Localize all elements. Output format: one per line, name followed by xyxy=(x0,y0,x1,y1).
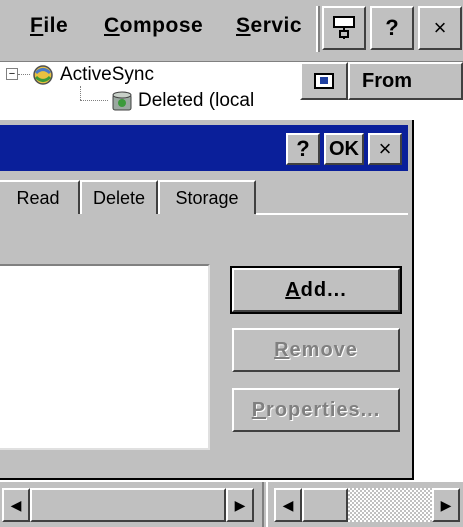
tab-storage[interactable]: Storage xyxy=(158,180,256,214)
network-icon xyxy=(333,16,355,39)
right-arrow-icon: ▶ xyxy=(440,496,452,513)
folder-tree: − ActiveSync Deleted (local xyxy=(0,62,300,122)
tree-scroll-left-button[interactable]: ◀ xyxy=(2,488,30,522)
activesync-icon xyxy=(33,65,53,85)
envelope-icon xyxy=(314,73,334,89)
network-toolbar-button[interactable] xyxy=(322,6,366,50)
pane-splitter[interactable] xyxy=(262,482,268,527)
close-app-button[interactable]: × xyxy=(418,6,462,50)
icon-column-header[interactable] xyxy=(300,62,348,100)
close-icon: × xyxy=(433,15,447,40)
right-arrow-icon: ▶ xyxy=(234,496,246,513)
tree-scroll-thumb[interactable] xyxy=(30,488,226,522)
tree-scroll-right-button[interactable]: ▶ xyxy=(226,488,254,522)
options-dialog: ? OK × Read Delete Storage Add... Remove… xyxy=(0,120,414,480)
add-button[interactable]: Add... xyxy=(230,266,402,314)
tree-item-deleted[interactable]: Deleted (local xyxy=(138,90,254,112)
dialog-help-button[interactable]: ? xyxy=(286,133,320,165)
toolbar-separator xyxy=(316,6,320,52)
deleted-folder-icon xyxy=(112,91,132,111)
options-listbox[interactable] xyxy=(0,264,210,450)
from-column-header[interactable]: From xyxy=(348,62,463,100)
list-scroll-thumb[interactable] xyxy=(302,488,348,522)
properties-button[interactable]: Properties... xyxy=(232,388,400,432)
close-icon: × xyxy=(378,136,392,161)
left-arrow-icon: ◀ xyxy=(282,496,294,513)
message-list-header: From xyxy=(300,62,463,100)
dialog-title-bar[interactable]: ? OK × xyxy=(0,125,408,171)
dialog-close-button[interactable]: × xyxy=(368,133,402,165)
menu-file[interactable]: File xyxy=(30,14,68,38)
list-scroll-track[interactable] xyxy=(348,488,432,522)
menu-services[interactable]: Servic xyxy=(236,14,312,38)
dialog-ok-button[interactable]: OK xyxy=(324,133,364,165)
tree-item-activesync[interactable]: ActiveSync xyxy=(60,64,154,86)
menu-bar: File Compose Servic ? × xyxy=(0,0,463,62)
horizontal-scrollbars: ◀ ▶ ◀ ▶ xyxy=(0,482,463,527)
left-arrow-icon: ◀ xyxy=(10,496,22,513)
tab-delete[interactable]: Delete xyxy=(80,180,158,214)
help-toolbar-button[interactable]: ? xyxy=(370,6,414,50)
tab-read[interactable]: Read xyxy=(0,180,80,214)
list-scroll-right-button[interactable]: ▶ xyxy=(432,488,460,522)
list-scroll-left-button[interactable]: ◀ xyxy=(274,488,302,522)
collapse-icon[interactable]: − xyxy=(6,68,18,80)
remove-button[interactable]: Remove xyxy=(232,328,400,372)
menu-compose[interactable]: Compose xyxy=(104,14,203,38)
